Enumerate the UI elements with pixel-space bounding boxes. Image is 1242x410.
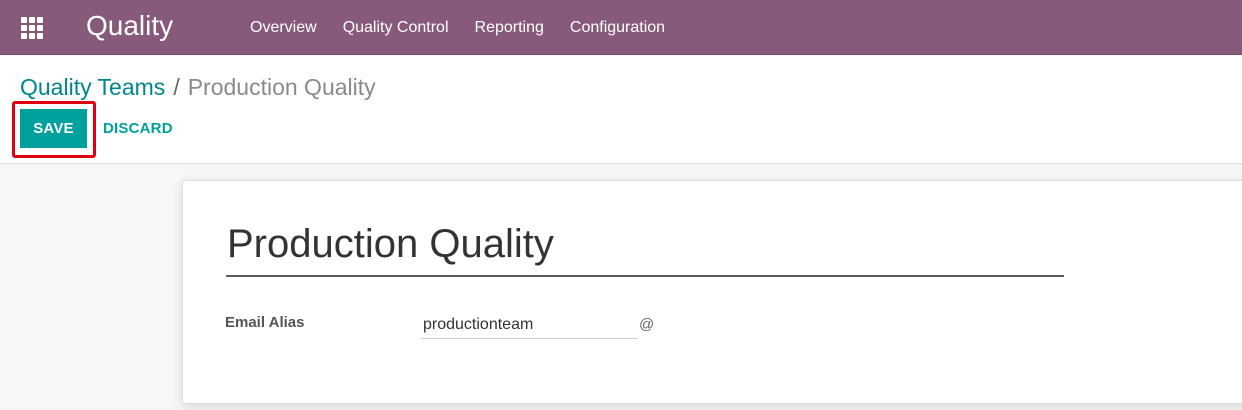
menu-item-quality-control[interactable]: Quality Control	[343, 19, 449, 37]
discard-button[interactable]: DISCARD	[103, 109, 173, 148]
breadcrumb-current: Production Quality	[187, 74, 376, 100]
breadcrumb-separator: /	[173, 74, 180, 100]
menu-item-configuration[interactable]: Configuration	[570, 19, 665, 37]
breadcrumb: Quality Teams / Production Quality	[20, 73, 376, 101]
top-menu: Overview Quality Control Reporting Confi…	[250, 0, 691, 55]
apps-grid-icon[interactable]	[21, 17, 43, 39]
form-sheet: Production Quality Email Alias productio…	[182, 180, 1242, 404]
email-alias-label: Email Alias	[225, 314, 305, 331]
menu-item-reporting[interactable]: Reporting	[475, 19, 544, 37]
team-name-input[interactable]: Production Quality	[226, 219, 1064, 277]
control-panel: Quality Teams / Production Quality SAVE DI…	[0, 56, 1242, 164]
breadcrumb-quality-teams[interactable]: Quality Teams	[20, 74, 165, 100]
app-title[interactable]: Quality	[86, 9, 173, 43]
menu-item-overview[interactable]: Overview	[250, 19, 317, 37]
email-alias-domain: @	[639, 316, 655, 333]
save-button[interactable]: SAVE	[20, 109, 87, 148]
email-alias-input[interactable]: productionteam	[421, 311, 638, 339]
top-navbar: Quality Overview Quality Control Reporti…	[0, 0, 1242, 55]
